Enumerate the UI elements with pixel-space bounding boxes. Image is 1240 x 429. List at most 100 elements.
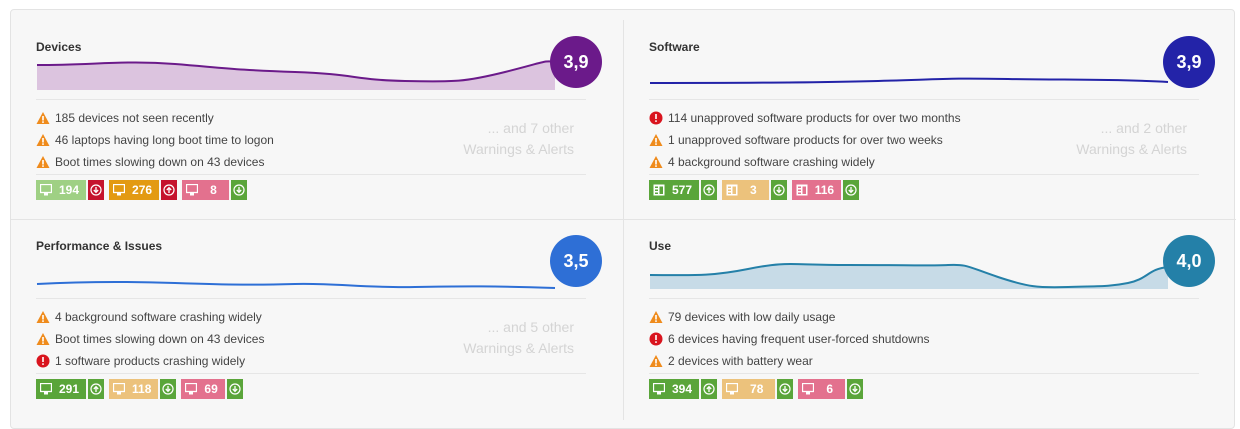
alert-item[interactable]: 114 unapproved software products for ove…	[649, 107, 1089, 129]
count-badge[interactable]: 118	[109, 379, 177, 399]
devices-card[interactable]: Devices 3,9 185 devices not seen recentl…	[11, 10, 611, 210]
count-badge[interactable]: 3	[722, 180, 787, 200]
trend-sparkline	[36, 280, 556, 289]
arrow-up-circle-icon	[163, 184, 175, 196]
count-badge[interactable]: 291	[36, 379, 105, 399]
arrow-up-circle-icon	[703, 383, 715, 395]
alert-list: 79 devices with low daily usage 6 device…	[649, 306, 1089, 372]
count-badge[interactable]: 577	[649, 180, 718, 200]
more-alerts-link[interactable]: ... and 7 other Warnings & Alerts	[463, 118, 574, 160]
score-badge: 3,9	[550, 36, 602, 88]
arrow-down-circle-icon	[773, 184, 785, 196]
trend-sparkline	[649, 77, 1169, 84]
count-badge[interactable]: 78	[722, 379, 794, 399]
alert-item[interactable]: 46 laptops having long boot time to logo…	[36, 129, 476, 151]
alert-text: 1 software products crashing widely	[55, 354, 246, 368]
device-icon	[653, 383, 665, 395]
arrow-down-circle-icon	[849, 383, 861, 395]
score-badge: 3,9	[1163, 36, 1215, 88]
more-alerts-link[interactable]: ... and 2 other Warnings & Alerts	[1076, 118, 1187, 160]
count-badge[interactable]: 69	[181, 379, 243, 399]
score-badge: 4,0	[1163, 235, 1215, 287]
device-icon	[113, 383, 126, 395]
alert-list: 114 unapproved software products for ove…	[649, 107, 1089, 173]
alert-item[interactable]: 6 devices having frequent user-forced sh…	[649, 328, 1089, 350]
device-icon	[40, 184, 52, 196]
software-card[interactable]: Software 3,9 114 unapproved software pro…	[624, 10, 1224, 210]
alert-text: 6 devices having frequent user-forced sh…	[668, 332, 930, 346]
arrow-down-circle-icon	[229, 383, 241, 395]
badge-value: 8	[210, 183, 217, 197]
software-icon	[653, 184, 665, 196]
badge-row: 194 276 8	[36, 180, 252, 200]
card-title: Performance & Issues	[36, 239, 163, 253]
arrow-down-circle-icon	[90, 184, 102, 196]
alert-item[interactable]: Boot times slowing down on 43 devices	[36, 151, 476, 173]
more-label: Warnings & Alerts	[463, 340, 574, 356]
card-separator	[649, 99, 1199, 100]
alert-item[interactable]: 79 devices with low daily usage	[649, 306, 1089, 328]
badge-value: 194	[59, 183, 80, 197]
alert-item[interactable]: Boot times slowing down on 43 devices	[36, 328, 476, 350]
card-title: Software	[649, 40, 700, 54]
arrow-down-circle-icon	[162, 383, 174, 395]
card-title: Devices	[36, 40, 82, 54]
count-badge[interactable]: 8	[182, 180, 247, 200]
device-icon	[186, 184, 199, 196]
count-badge[interactable]: 394	[649, 379, 718, 399]
alert-text: 4 background software crashing widely	[55, 310, 262, 324]
card-separator	[36, 174, 586, 175]
alert-item[interactable]: 185 devices not seen recently	[36, 107, 476, 129]
device-icon	[40, 383, 52, 395]
card-separator	[36, 373, 586, 374]
alert-text: 79 devices with low daily usage	[668, 310, 836, 324]
arrow-down-circle-icon	[845, 184, 857, 196]
alert-text: 2 devices with battery wear	[668, 354, 813, 368]
alert-list: 4 background software crashing widely Bo…	[36, 306, 476, 372]
badge-value: 116	[814, 183, 835, 197]
trend-sparkline	[649, 263, 1169, 289]
more-count: ... and 7 other	[487, 120, 574, 136]
device-icon	[113, 184, 126, 196]
warning-icon	[649, 355, 663, 367]
alert-item[interactable]: 4 background software crashing widely	[36, 306, 476, 328]
warning-icon	[36, 112, 50, 124]
more-alerts-link[interactable]: ... and 5 other Warnings & Alerts	[463, 317, 574, 359]
device-icon	[185, 383, 198, 395]
more-label: Warnings & Alerts	[463, 141, 574, 157]
use-card[interactable]: Use 4,0 79 devices with low daily usage …	[624, 209, 1224, 409]
count-badge[interactable]: 194	[36, 180, 105, 200]
warning-icon	[649, 311, 663, 323]
error-icon	[649, 111, 663, 125]
badge-value: 69	[204, 382, 218, 396]
alert-text: Boot times slowing down on 43 devices	[55, 332, 265, 346]
device-icon	[802, 383, 815, 395]
scores-dashboard: Devices 3,9 185 devices not seen recentl…	[10, 9, 1236, 429]
alert-item[interactable]: 4 background software crashing widely	[649, 151, 1089, 173]
software-icon	[726, 184, 738, 196]
count-badge[interactable]: 6	[798, 379, 864, 399]
software-icon	[796, 184, 808, 196]
alert-text: 1 unapproved software products for over …	[668, 133, 943, 147]
card-title: Use	[649, 239, 672, 253]
alert-item[interactable]: 1 software products crashing widely	[36, 350, 476, 372]
warning-icon	[36, 134, 50, 146]
count-badge[interactable]: 276	[109, 180, 178, 200]
error-icon	[649, 332, 663, 346]
badge-row: 577 3 116	[649, 180, 864, 200]
performance-card[interactable]: Performance & Issues 3,5 4 background so…	[11, 209, 611, 409]
badge-value: 6	[826, 382, 834, 396]
alert-item[interactable]: 2 devices with battery wear	[649, 350, 1089, 372]
more-label: Warnings & Alerts	[1076, 141, 1187, 157]
badge-value: 394	[672, 382, 693, 396]
error-icon	[36, 354, 50, 368]
badge-value: 291	[59, 382, 80, 396]
arrow-up-circle-icon	[703, 184, 715, 196]
badge-row: 291 118 69	[36, 379, 248, 399]
count-badge[interactable]: 116	[791, 180, 860, 200]
more-count: ... and 5 other	[487, 319, 574, 335]
trend-sparkline	[36, 60, 556, 90]
arrow-up-circle-icon	[90, 383, 102, 395]
alert-text: 185 devices not seen recently	[55, 111, 214, 125]
alert-item[interactable]: 1 unapproved software products for over …	[649, 129, 1089, 151]
